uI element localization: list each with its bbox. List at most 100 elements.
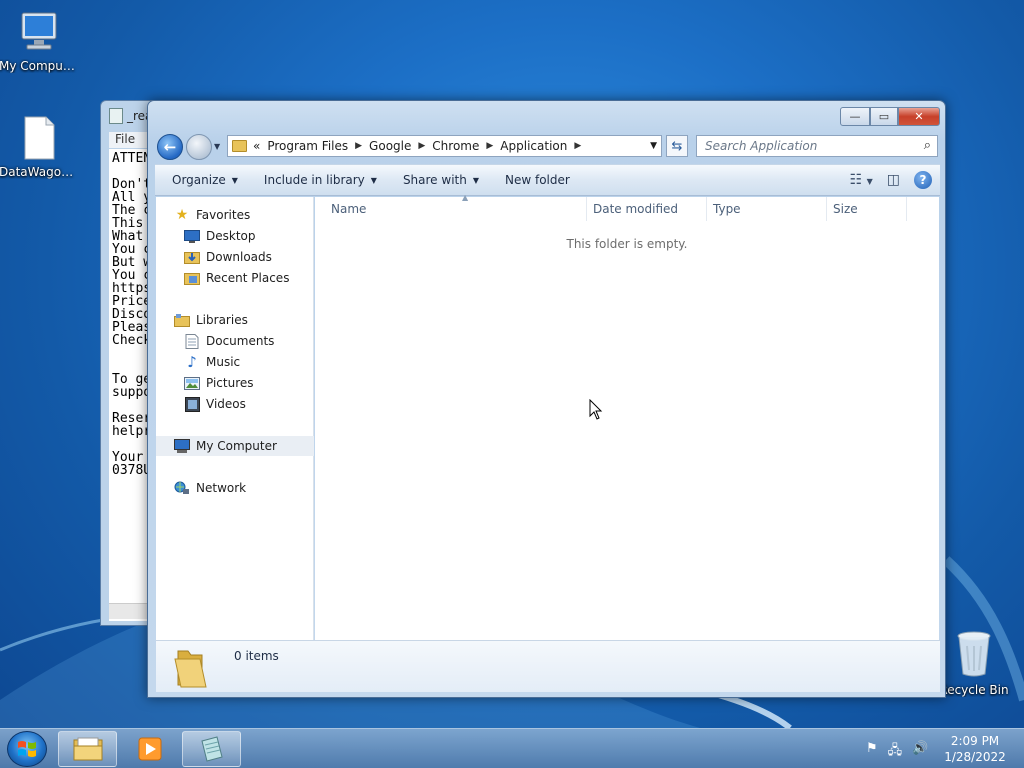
help-icon[interactable]: ? <box>914 171 932 189</box>
nav-music[interactable]: ♪ Music <box>156 352 314 372</box>
refresh-icon: ⇆ <box>671 138 683 154</box>
search-icon[interactable]: ⌕ <box>924 138 931 153</box>
breadcrumb-separator-icon[interactable]: ▶ <box>355 141 362 151</box>
breadcrumb-separator-icon[interactable]: ▶ <box>486 141 493 151</box>
nav-pictures[interactable]: Pictures <box>156 373 314 393</box>
maximize-button[interactable]: ▭ <box>870 107 898 126</box>
breadcrumb-chrome[interactable]: Chrome <box>432 139 479 153</box>
nav-recent-places[interactable]: Recent Places <box>156 268 314 288</box>
nav-desktop[interactable]: Desktop <box>156 226 314 246</box>
sort-ascending-icon: ▲ <box>462 193 469 202</box>
nav-label: Videos <box>206 397 246 411</box>
preview-pane-icon[interactable]: ◫ <box>887 172 900 188</box>
file-list[interactable]: Name ▲ Date modified Type Size This fold… <box>315 193 939 640</box>
clock-date: 1/28/2022 <box>944 750 1006 764</box>
desktop-icon-recycle-bin[interactable]: Recycle Bin <box>934 630 1014 697</box>
nav-network[interactable]: Network <box>156 478 314 498</box>
nav-label: Favorites <box>196 208 251 222</box>
search-input[interactable] <box>697 136 907 156</box>
view-options-icon[interactable]: ☷ ▼ <box>850 172 873 188</box>
network-tray-icon[interactable]: 🖧 <box>888 741 903 763</box>
column-label: Name <box>331 202 367 216</box>
breadcrumb-overflow[interactable]: « <box>253 139 260 153</box>
breadcrumb-program-files[interactable]: Program Files <box>267 139 348 153</box>
nav-downloads[interactable]: Downloads <box>156 247 314 267</box>
column-label: Date modified <box>593 202 679 216</box>
nav-favorites[interactable]: ★ Favorites <box>156 205 314 225</box>
nav-label: Downloads <box>206 250 272 264</box>
nav-label: Libraries <box>196 313 248 327</box>
desktop-icon-label: Recycle Bin <box>939 683 1009 697</box>
nav-my-computer[interactable]: My Computer <box>156 436 314 456</box>
taskbar-media-player-button[interactable] <box>120 731 179 767</box>
nav-label: Documents <box>206 334 275 348</box>
pictures-icon <box>184 376 200 390</box>
clock-time: 2:09 PM <box>950 734 1000 748</box>
back-arrow-icon: ← <box>163 138 177 156</box>
desktop-icon <box>184 229 200 243</box>
breadcrumb-google[interactable]: Google <box>369 139 411 153</box>
folder-icon <box>73 737 102 761</box>
nav-documents[interactable]: Documents <box>156 331 314 351</box>
nav-label: Network <box>196 481 247 495</box>
address-dropdown-icon[interactable]: ▼ <box>650 141 657 151</box>
breadcrumb-application[interactable]: Application <box>500 139 567 153</box>
start-button[interactable] <box>7 731 47 767</box>
minimize-button[interactable]: — <box>840 107 870 126</box>
notepad-icon <box>200 736 223 762</box>
taskbar: ⚑ 🖧 🔊 2:09 PM 1/28/2022 <box>0 728 1024 768</box>
taskbar-explorer-button[interactable] <box>58 731 117 767</box>
network-icon <box>174 481 190 495</box>
column-header-date-modified[interactable]: Date modified <box>587 197 707 221</box>
forward-button[interactable] <box>186 134 212 160</box>
breadcrumb-separator-icon[interactable]: ▶ <box>574 141 581 151</box>
details-pane: 0 items <box>156 640 940 692</box>
column-header-name[interactable]: Name ▲ <box>325 193 587 221</box>
desktop-icon-datawagon[interactable]: DataWagon... <box>0 116 79 179</box>
organize-button[interactable]: Organize ▼ <box>163 169 247 191</box>
organize-label: Organize <box>172 173 226 187</box>
breadcrumb-separator-icon[interactable]: ▶ <box>418 141 425 151</box>
nav-libraries[interactable]: Libraries <box>156 310 314 330</box>
nav-label: Music <box>206 355 241 369</box>
new-folder-button[interactable]: New folder <box>496 169 579 191</box>
volume-icon[interactable]: 🔊 <box>912 741 928 763</box>
column-header-type[interactable]: Type <box>707 197 827 221</box>
desktop-icon-my-computer[interactable]: My Computer <box>0 10 79 73</box>
command-bar: Organize ▼ Include in library ▼ Share with… <box>155 164 940 196</box>
windows-logo-icon <box>18 741 36 757</box>
notepad-icon <box>109 108 123 124</box>
address-bar[interactable]: « Program Files ▶ Google ▶ Chrome ▶ Appl… <box>227 135 662 157</box>
folder-icon <box>174 650 207 688</box>
downloads-folder-icon <box>184 250 200 264</box>
nav-label: Desktop <box>206 229 256 243</box>
mouse-cursor-icon <box>589 399 603 420</box>
chevron-down-icon: ▼ <box>370 175 377 185</box>
recent-places-icon <box>184 271 200 285</box>
explorer-window[interactable]: — ▭ ✕ ← ▼ « Program Files ▶ Google ▶ Chr… <box>147 100 946 698</box>
desktop-icon-label: DataWagon... <box>0 165 79 179</box>
share-with-button[interactable]: Share with ▼ <box>394 169 488 191</box>
item-count: 0 items <box>234 649 279 663</box>
music-icon: ♪ <box>187 353 197 371</box>
nav-label: Pictures <box>206 376 254 390</box>
clock[interactable]: 2:09 PM 1/28/2022 <box>940 733 1010 765</box>
close-button[interactable]: ✕ <box>898 107 940 126</box>
documents-icon <box>184 333 200 349</box>
folder-icon <box>232 140 247 152</box>
taskbar-notepad-button[interactable] <box>182 731 241 767</box>
desktop-icon-label: My Computer <box>0 59 79 73</box>
computer-icon <box>174 439 190 453</box>
back-button[interactable]: ← <box>157 134 183 160</box>
document-icon <box>24 116 55 160</box>
videos-icon <box>184 396 200 412</box>
action-center-flag-icon[interactable]: ⚑ <box>866 741 878 763</box>
system-tray: ⚑ 🖧 🔊 <box>866 741 928 763</box>
search-box[interactable]: ⌕ <box>696 135 938 157</box>
column-header-size[interactable]: Size <box>827 197 907 221</box>
nav-videos[interactable]: Videos <box>156 394 314 414</box>
include-in-library-button[interactable]: Include in library ▼ <box>255 169 386 191</box>
refresh-button[interactable]: ⇆ <box>666 135 688 157</box>
recent-pages-dropdown[interactable]: ▼ <box>214 142 220 151</box>
column-label: Type <box>713 202 741 216</box>
